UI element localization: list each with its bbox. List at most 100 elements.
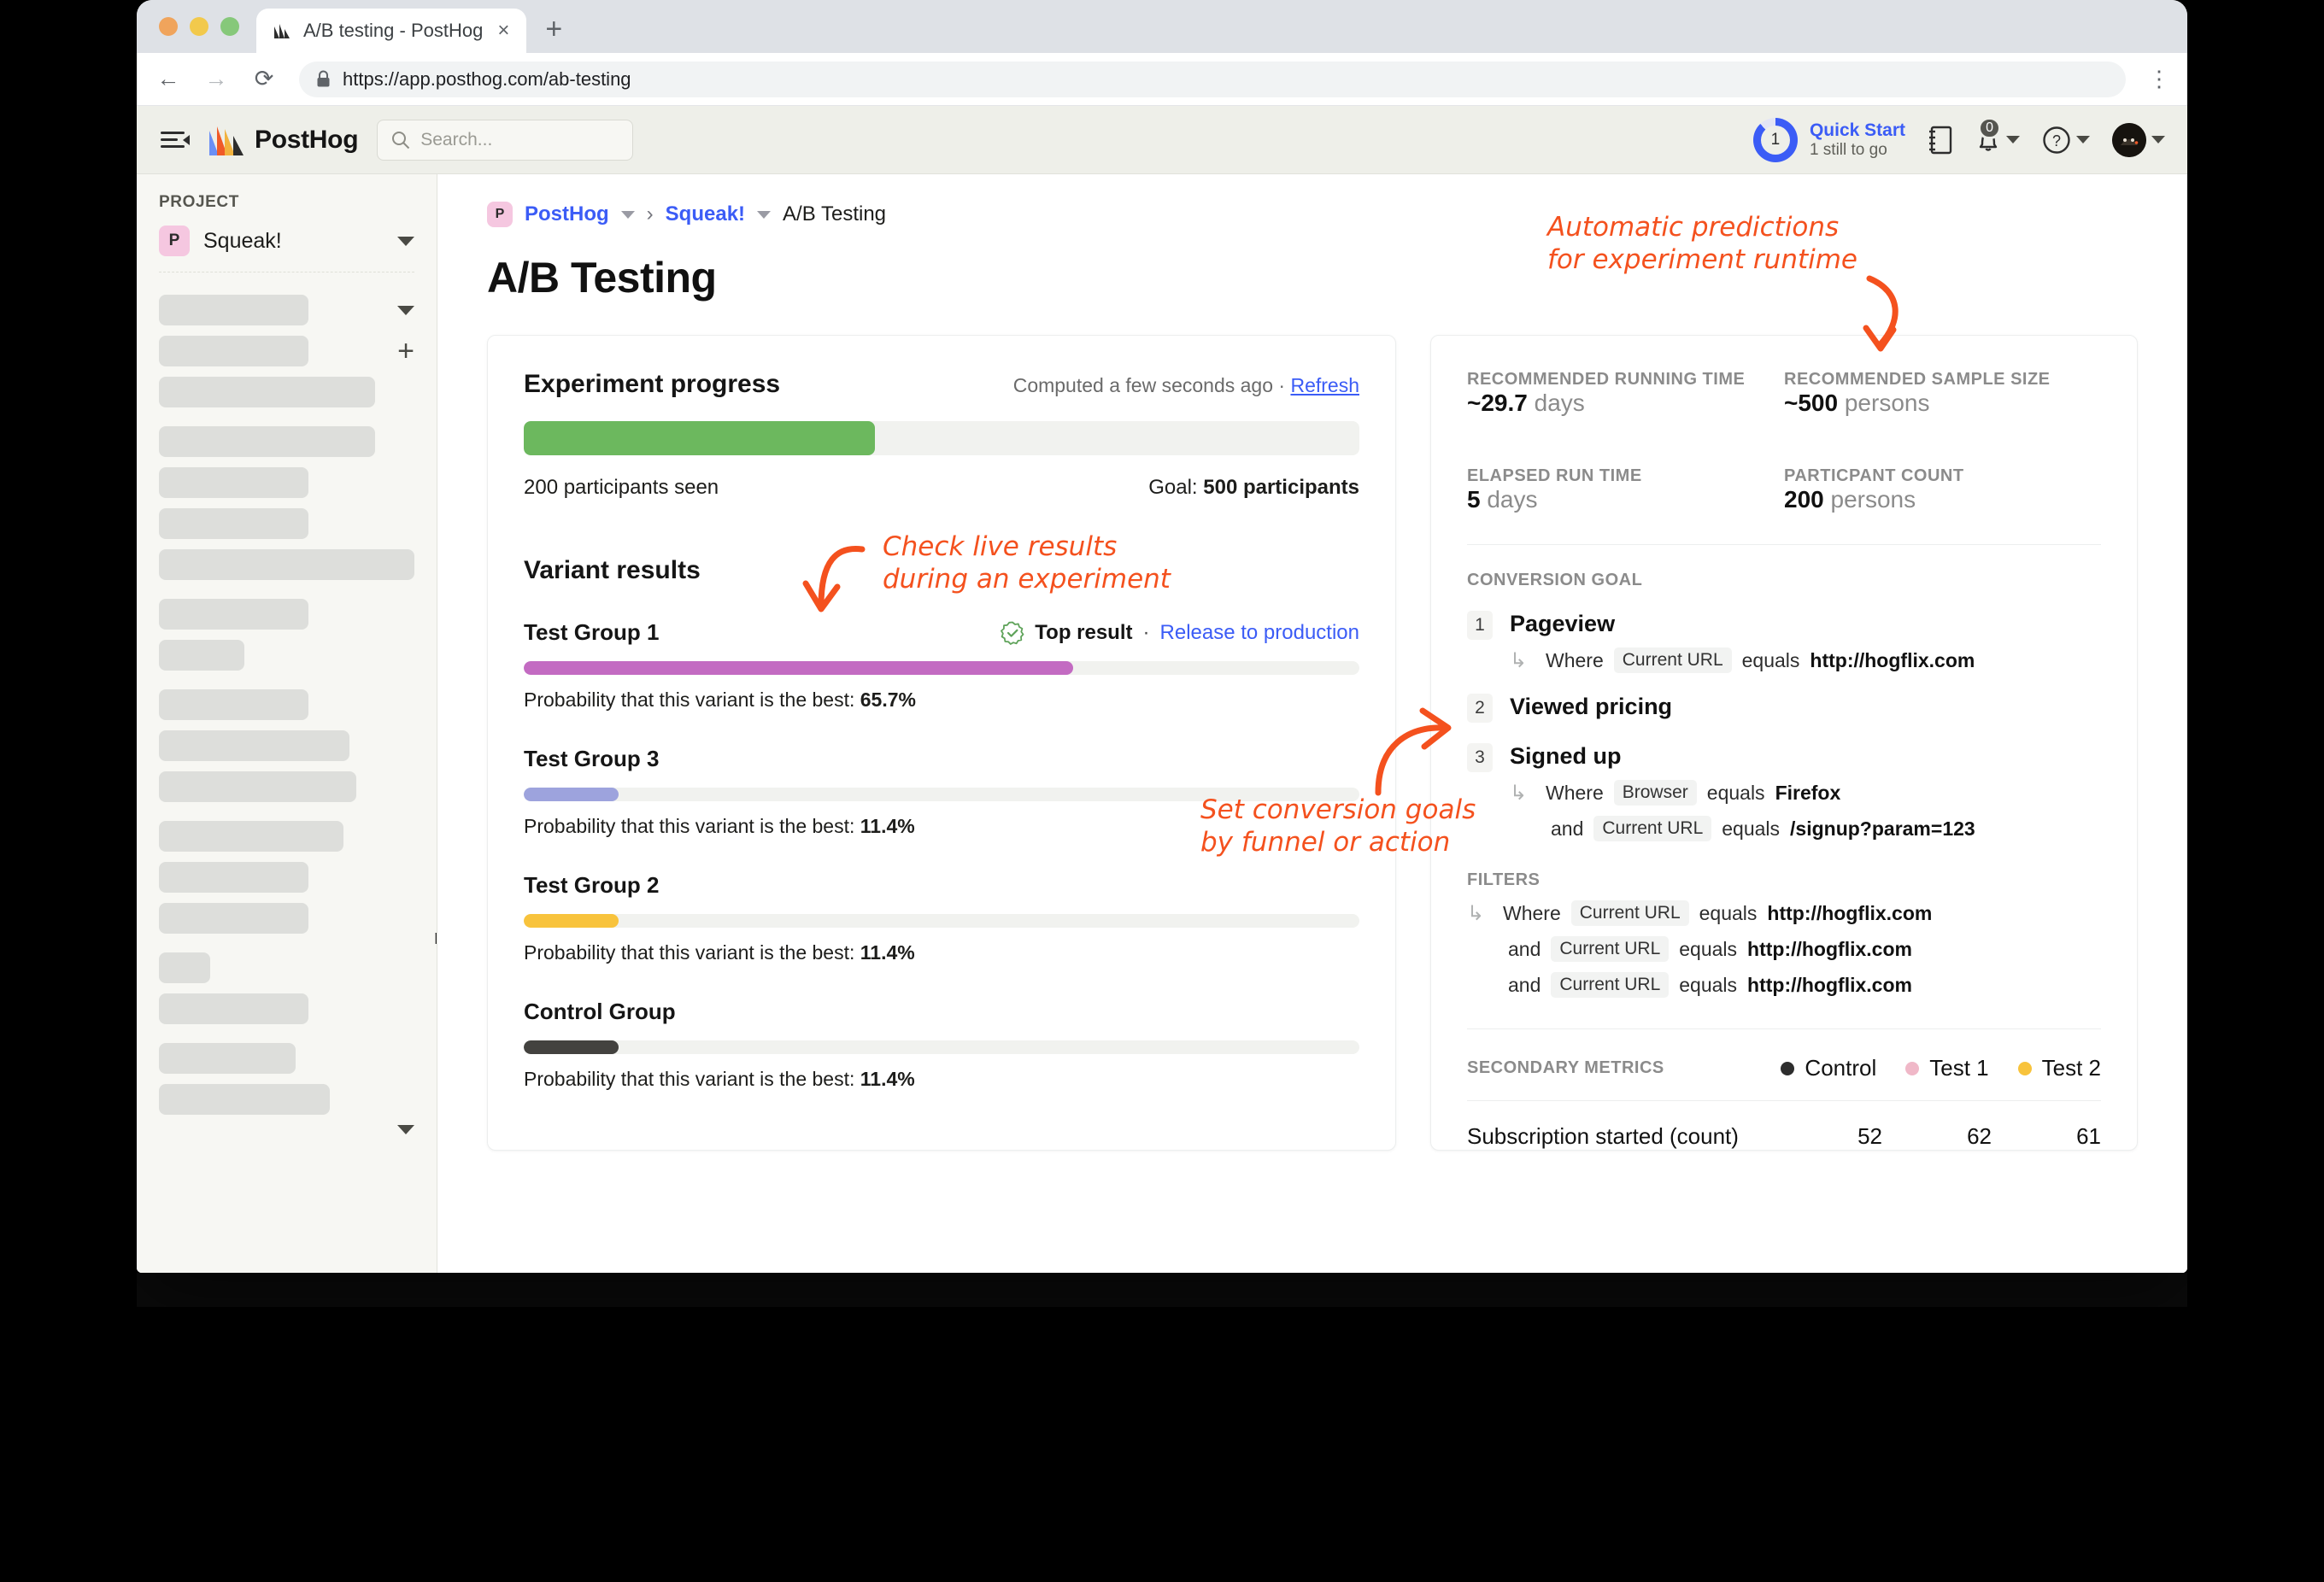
sidebar-skeleton-item <box>159 1125 414 1134</box>
add-item-button[interactable]: + <box>397 343 414 360</box>
experiment-progress-heading: Experiment progress <box>524 370 780 399</box>
sidebar-section-label: PROJECT <box>159 193 414 212</box>
hedgehog-avatar-icon <box>2112 123 2146 157</box>
breadcrumb-org[interactable]: PostHog <box>525 202 609 226</box>
variant-progress-fill <box>524 1040 619 1054</box>
annotation-predictions: Automatic predictions for experiment run… <box>1547 212 1857 277</box>
close-tab-button[interactable]: × <box>494 21 513 41</box>
browser-tab[interactable]: A/B testing - PostHog × <box>256 9 526 53</box>
sidebar-skeleton-spacer <box>159 580 414 599</box>
conversion-goal-step: 2Viewed pricing <box>1467 694 2101 723</box>
search-input[interactable]: Search... <box>377 120 633 161</box>
sidebar-skeleton-spacer <box>159 1115 414 1125</box>
table-row: Subscription started (count)526261 <box>1467 1123 2101 1150</box>
filters-block: FILTERS ↳WhereCurrent URLequalshttp://ho… <box>1467 870 2101 998</box>
variant-name: Test Group 3 <box>524 746 659 772</box>
experiment-stat: RECOMMENDED SAMPLE SIZE~500 persons <box>1784 370 2101 417</box>
chevron-down-icon[interactable] <box>757 211 771 219</box>
participants-seen: 200 participants seen <box>524 476 719 500</box>
sidebar-skeleton-spacer <box>159 325 414 336</box>
forward-button[interactable]: → <box>203 66 229 92</box>
brand-name: PostHog <box>255 126 358 155</box>
lock-icon <box>316 70 331 88</box>
svg-text:?: ? <box>2052 132 2061 149</box>
condition-property[interactable]: Current URL <box>1593 816 1711 841</box>
quick-start-button[interactable]: 1 Quick Start 1 still to go <box>1753 118 1905 162</box>
chevron-down-icon[interactable] <box>621 211 635 219</box>
reload-button[interactable]: ⟳ <box>251 66 277 92</box>
sidebar-skeleton-item <box>159 599 414 630</box>
condition-operator: equals <box>1722 817 1780 841</box>
new-tab-button[interactable]: + <box>545 13 562 46</box>
condition-lead: Where <box>1546 649 1604 672</box>
variant-probability: Probability that this variant is the bes… <box>524 1068 1359 1091</box>
release-to-production-link[interactable]: Release to production <box>1160 621 1359 645</box>
notifications-button[interactable]: 0 <box>1975 126 2020 155</box>
close-window-button[interactable] <box>159 17 178 36</box>
condition-row: ↳WhereCurrent URLequalshttp://hogflix.co… <box>1510 647 2101 673</box>
legend-item[interactable]: Test 2 <box>2018 1055 2101 1081</box>
sidebar-skeleton-item: + <box>159 336 414 366</box>
legend-item[interactable]: Control <box>1781 1055 1876 1081</box>
posthog-logo[interactable]: PostHog <box>208 124 358 156</box>
chevron-down-icon[interactable] <box>397 306 414 315</box>
maximize-window-button[interactable] <box>220 17 239 36</box>
sidebar-skeleton-item <box>159 295 414 325</box>
breadcrumb-separator: › <box>647 202 654 226</box>
condition-property[interactable]: Browser <box>1614 780 1697 806</box>
legend-color-dot <box>1781 1062 1794 1075</box>
experiment-progress-caption: 200 participants seen Goal: 500 particip… <box>524 476 1359 500</box>
breadcrumb: P PostHog › Squeak! A/B Testing <box>437 174 2187 227</box>
variant-row: Test Group 1Top result · Release to prod… <box>524 619 1359 712</box>
browser-menu-button[interactable]: ⋮ <box>2148 73 2168 86</box>
condition-property[interactable]: Current URL <box>1571 900 1689 926</box>
page-title: A/B Testing <box>437 227 2187 302</box>
stat-label: ELAPSED RUN TIME <box>1467 466 1784 486</box>
window-traffic-lights <box>137 17 256 53</box>
browser-tab-bar: A/B testing - PostHog × + <box>137 0 2187 53</box>
sidebar-skeleton-bar <box>159 862 308 893</box>
goal-value: 500 participants <box>1203 476 1359 499</box>
chevron-down-icon[interactable] <box>397 1125 414 1134</box>
variant-name: Test Group 1 <box>524 619 659 646</box>
condition-property[interactable]: Current URL <box>1551 936 1669 962</box>
conversion-goal-step: 3Signed up↳WhereBrowserequalsFirefoxandC… <box>1467 743 2101 841</box>
back-button[interactable]: ← <box>156 66 181 92</box>
address-bar[interactable]: https://app.posthog.com/ab-testing <box>299 62 2126 97</box>
goal-step-number: 1 <box>1467 611 1493 640</box>
metric-value: 62 <box>1882 1123 1992 1150</box>
help-button[interactable]: ? <box>2042 126 2090 155</box>
goal-body: Pageview↳WhereCurrent URLequalshttp://ho… <box>1510 611 2101 673</box>
legend-item[interactable]: Test 1 <box>1905 1055 1988 1081</box>
sidebar-skeleton-bar <box>159 295 308 325</box>
sidebar-skeleton-spacer <box>159 893 414 903</box>
stat-value: 5 days <box>1467 486 1784 513</box>
condition-lead: and <box>1508 974 1541 997</box>
search-placeholder: Search... <box>420 130 492 150</box>
project-switcher[interactable]: P Squeak! <box>159 226 414 272</box>
changelog-button[interactable] <box>1928 126 1953 155</box>
sidebar-collapse-icon[interactable] <box>161 130 190 150</box>
sidebar-skeleton-item <box>159 903 414 934</box>
sidebar-skeleton-item <box>159 771 414 802</box>
account-menu-button[interactable] <box>2112 123 2165 157</box>
sidebar-skeleton-spacer <box>159 1074 414 1084</box>
condition-arrow-icon: ↳ <box>1467 901 1493 926</box>
variant-name: Control Group <box>524 999 676 1025</box>
condition-property[interactable]: Current URL <box>1551 972 1669 998</box>
sidebar-skeleton-item <box>159 952 414 983</box>
variant-probability-value: 11.4% <box>860 1068 915 1090</box>
experiment-stats-grid: RECOMMENDED RUNNING TIME~29.7 daysRECOMM… <box>1467 370 2101 513</box>
variant-header: Test Group 1Top result · Release to prod… <box>524 619 1359 646</box>
sidebar-skeleton-spacer <box>159 630 414 640</box>
legend-color-dot <box>2018 1062 2032 1075</box>
condition-property[interactable]: Current URL <box>1614 647 1732 673</box>
experiment-insights-card: RECOMMENDED RUNNING TIME~29.7 daysRECOMM… <box>1430 335 2138 1151</box>
refresh-link[interactable]: Refresh <box>1290 374 1359 396</box>
desk-shadow <box>137 1273 2187 1307</box>
sidebar-skeleton-bar <box>159 549 414 580</box>
breadcrumb-project[interactable]: Squeak! <box>666 202 745 226</box>
stat-label: RECOMMENDED RUNNING TIME <box>1467 370 1784 390</box>
minimize-window-button[interactable] <box>190 17 208 36</box>
sidebar-skeleton-item <box>159 426 414 457</box>
